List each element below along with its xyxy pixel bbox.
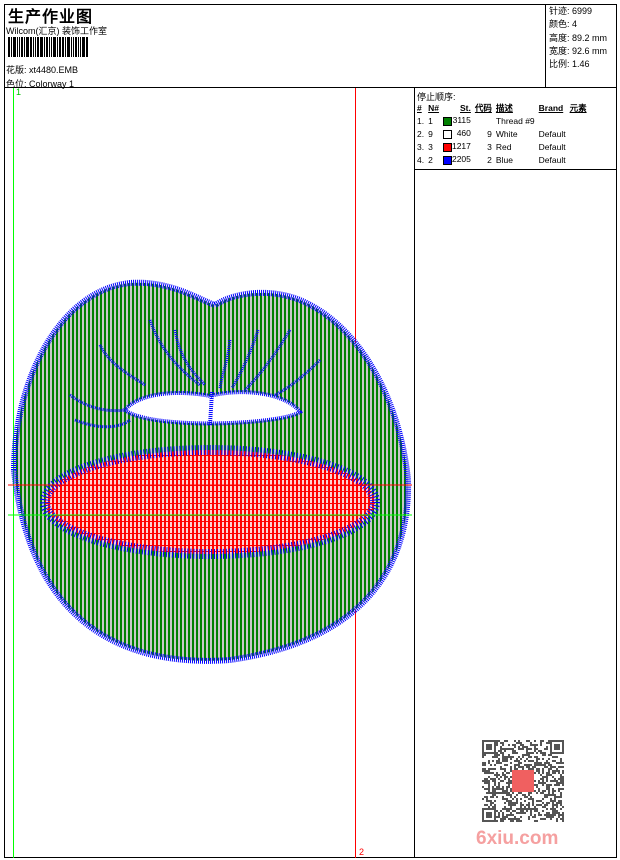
row-brand: Default — [538, 141, 566, 152]
qr-code — [482, 740, 564, 822]
row-stitches: 2205 — [451, 154, 471, 164]
row-needle: 9 — [428, 128, 433, 139]
color-count: 颜色: 4 — [549, 19, 578, 30]
color-swatch — [442, 143, 452, 152]
embroidery-design — [8, 279, 412, 664]
col-stitches: St. — [460, 102, 471, 113]
row-brand: Default — [538, 154, 566, 165]
row-stitches: 3115 — [452, 115, 471, 125]
watermark-logo: 6xiu.com — [476, 828, 559, 849]
row-needle: 2 — [428, 154, 433, 165]
barcode — [8, 37, 130, 57]
pattern-file: 花版: xt4480.EMB — [6, 63, 78, 76]
row-index: 1. — [417, 115, 425, 126]
company-name: Wilcom(汇京) 装饰工作室 — [6, 26, 107, 36]
table-row: 4. 2 2205 2 Blue Default — [415, 153, 589, 166]
table-row: 2. 9 460 9 White Default — [415, 127, 589, 140]
tongue-fill — [40, 445, 380, 559]
row-brand — [537, 114, 568, 127]
col-element: 元素 — [569, 102, 587, 113]
row-index: 4. — [417, 154, 425, 165]
color-swatch — [442, 156, 452, 165]
design-info: 针迹: 6999 颜色: 4 高度: 89.2 mm 宽度: 92.6 mm 比… — [545, 4, 617, 88]
table-header: # N# St. 代码 描述 Brand 元素 — [415, 101, 589, 114]
row-description: White — [495, 128, 518, 139]
row-index: 3. — [417, 141, 425, 152]
pattern-label: 花版: — [6, 65, 27, 75]
row-description: Red — [495, 141, 512, 152]
design-width: 宽度: 92.6 mm — [549, 45, 608, 56]
row-index: 2. — [417, 128, 425, 139]
pattern-value: xt4480.EMB — [29, 65, 79, 75]
col-index: # — [417, 102, 422, 113]
row-code: 9 — [487, 128, 492, 139]
row-code — [473, 114, 494, 127]
col-description: 描述 — [495, 102, 513, 113]
row-stitches: 1217 — [451, 141, 471, 151]
row-description: Thread #9 — [495, 115, 535, 126]
row-stitches: 460 — [456, 128, 471, 138]
colorway-value: Colorway 1 — [29, 79, 75, 89]
color-swatch — [442, 117, 452, 126]
design-height: 高度: 89.2 mm — [549, 32, 608, 43]
row-brand: Default — [538, 128, 566, 139]
row-code: 2 — [487, 154, 492, 165]
color-swatch — [442, 130, 452, 139]
row-code: 3 — [487, 141, 492, 152]
row-needle: 3 — [428, 141, 433, 152]
row-description: Blue — [495, 154, 513, 165]
col-code: 代码 — [474, 102, 492, 113]
table-divider — [414, 169, 617, 170]
design-scale: 比例: 1.46 — [549, 59, 590, 70]
stitch-count: 针迹: 6999 — [549, 6, 593, 16]
stop-sequence-table: # N# St. 代码 描述 Brand 元素 1. 1 3115 Thread… — [415, 101, 589, 166]
col-needle: N# — [428, 102, 439, 113]
col-brand: Brand — [538, 102, 564, 113]
row-needle: 1 — [428, 115, 433, 126]
table-row: 1. 1 3115 Thread #9 — [415, 114, 589, 127]
table-row: 3. 3 1217 3 Red Default — [415, 140, 589, 153]
